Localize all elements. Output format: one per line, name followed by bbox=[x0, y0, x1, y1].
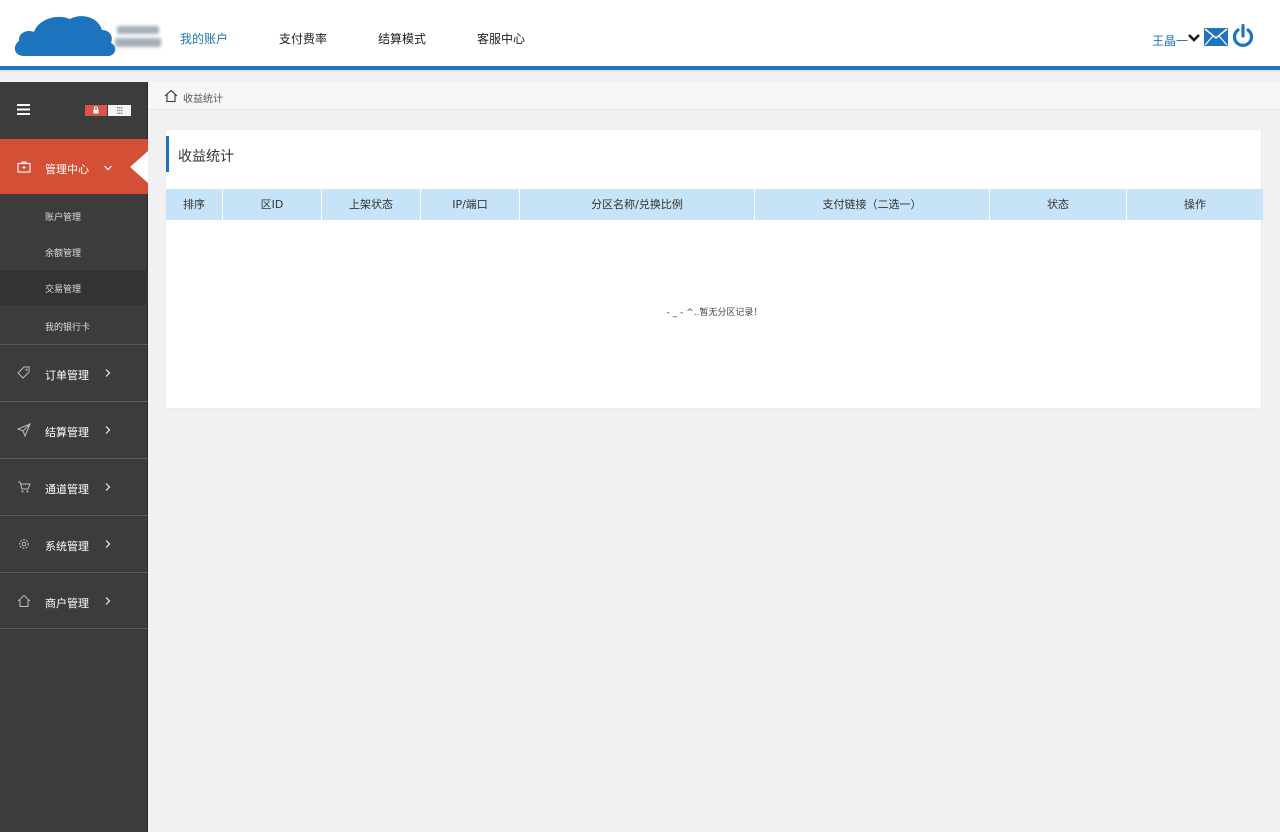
power-icon[interactable] bbox=[1232, 24, 1254, 48]
column-header: 支付链接（二选一） bbox=[755, 189, 990, 220]
panel-title: 收益统计 bbox=[166, 136, 386, 172]
sidebar-item-label: 商户管理 bbox=[45, 597, 89, 610]
column-header: 区ID bbox=[223, 189, 322, 220]
sidebar-item-channels[interactable]: 通道管理 bbox=[0, 458, 148, 515]
nav-customer-service[interactable]: 客服中心 bbox=[477, 30, 525, 50]
nav-my-account[interactable]: 我的账户 bbox=[180, 30, 228, 50]
empty-state-message: - _ - ^..暂无分区记录！ bbox=[666, 308, 763, 318]
sidebar: 管理中心 账户管理 余额管理 交易管理 我的银行卡 订单管理 结算管理 通道管理… bbox=[0, 82, 148, 832]
stats-panel: 收益统计 排序 区ID 上架状态 IP/端口 分区名称/兑换比例 支付链接（二选… bbox=[165, 129, 1263, 409]
sidebar-subitem-balance[interactable]: 余额管理 bbox=[0, 234, 148, 269]
sidebar-subitem-transactions[interactable]: 交易管理 bbox=[0, 270, 148, 305]
sidebar-item-label: 通道管理 bbox=[45, 483, 89, 496]
home-icon bbox=[17, 594, 31, 607]
chevron-right-icon bbox=[105, 426, 111, 434]
mail-icon[interactable] bbox=[1204, 28, 1228, 46]
grid-button[interactable] bbox=[108, 105, 131, 116]
sidebar-subitem-bank-cards[interactable]: 我的银行卡 bbox=[0, 308, 148, 343]
active-indicator-notch bbox=[130, 151, 148, 183]
sidebar-item-orders[interactable]: 订单管理 bbox=[0, 344, 148, 401]
sidebar-item-label: 系统管理 bbox=[45, 540, 89, 553]
lock-icon bbox=[93, 106, 99, 114]
chevron-down-icon bbox=[104, 165, 112, 171]
sidebar-item-label: 结算管理 bbox=[45, 426, 89, 439]
sidebar-item-system[interactable]: 系统管理 bbox=[0, 515, 148, 572]
column-header: 状态 bbox=[990, 189, 1127, 220]
briefcase-icon bbox=[17, 161, 31, 173]
chevron-right-icon bbox=[105, 369, 111, 377]
nav-settlement-mode[interactable]: 结算模式 bbox=[378, 30, 426, 50]
gear-icon bbox=[19, 539, 29, 549]
column-header: IP/端口 bbox=[421, 189, 520, 220]
table-header: 排序 区ID 上架状态 IP/端口 分区名称/兑换比例 支付链接（二选一） 状态… bbox=[166, 189, 1263, 220]
top-header: 我的账户 支付费率 结算模式 客服中心 王晶一 bbox=[0, 0, 1280, 72]
sidebar-item-merchants[interactable]: 商户管理 bbox=[0, 572, 148, 629]
nav-payment-rates[interactable]: 支付费率 bbox=[279, 30, 327, 50]
column-header: 分区名称/兑换比例 bbox=[520, 189, 755, 220]
chevron-right-icon bbox=[105, 483, 111, 491]
sidebar-subitem-label: 账户管理 bbox=[45, 213, 82, 223]
column-header: 操作 bbox=[1184, 198, 1206, 211]
breadcrumb-current: 收益统计 bbox=[183, 94, 223, 105]
sidebar-subitem-label: 我的银行卡 bbox=[45, 323, 91, 333]
tag-icon bbox=[17, 366, 30, 379]
breadcrumb: 收益统计 bbox=[148, 82, 1280, 110]
cart-icon bbox=[18, 481, 31, 493]
logo-wordmark bbox=[115, 26, 161, 48]
sidebar-subitem-label: 交易管理 bbox=[45, 285, 82, 295]
sidebar-group-label: 管理中心 bbox=[45, 163, 89, 176]
home-icon[interactable] bbox=[164, 89, 178, 103]
send-icon bbox=[17, 423, 31, 437]
sidebar-item-label: 订单管理 bbox=[45, 369, 89, 382]
top-nav: 我的账户 支付费率 结算模式 客服中心 bbox=[180, 30, 576, 50]
sidebar-subitem-account[interactable]: 账户管理 bbox=[0, 198, 148, 233]
grid-icon bbox=[117, 107, 123, 114]
sidebar-item-settlement[interactable]: 结算管理 bbox=[0, 401, 148, 458]
column-header: 排序 bbox=[166, 189, 223, 220]
lock-button[interactable] bbox=[85, 105, 107, 116]
hamburger-menu-icon[interactable] bbox=[17, 104, 30, 115]
chevron-right-icon bbox=[105, 597, 111, 605]
chevron-right-icon bbox=[105, 540, 111, 548]
column-header: 上架状态 bbox=[322, 189, 421, 220]
user-name[interactable]: 王晶一 bbox=[1152, 32, 1188, 49]
sidebar-subitem-label: 余额管理 bbox=[45, 249, 82, 259]
sidebar-divider bbox=[0, 628, 148, 629]
header-stripe-shadow bbox=[0, 70, 1280, 72]
sidebar-toolbar bbox=[0, 82, 148, 140]
chevron-down-icon[interactable] bbox=[1188, 33, 1200, 43]
sidebar-group-management-center[interactable]: 管理中心 bbox=[0, 139, 148, 194]
page-title: 收益统计 bbox=[178, 149, 234, 165]
